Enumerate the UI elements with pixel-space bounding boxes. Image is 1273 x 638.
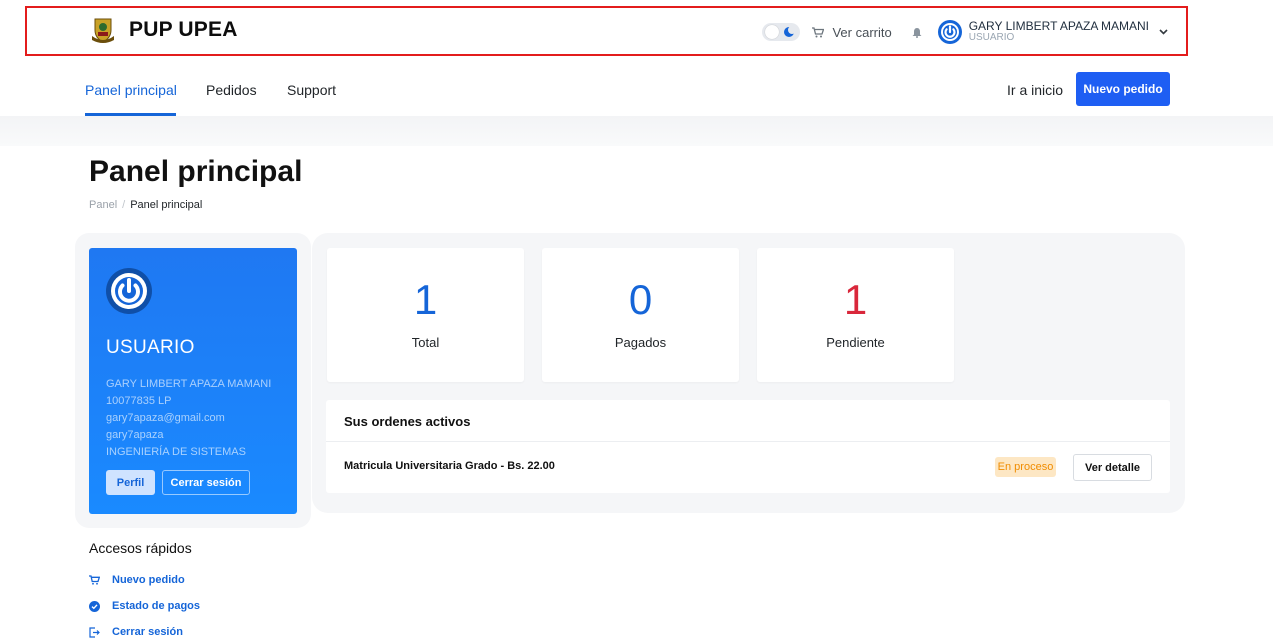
divider	[326, 441, 1170, 442]
quick-payment-status[interactable]: Estado de pagos	[89, 600, 200, 612]
status-badge: En proceso	[995, 457, 1056, 477]
stat-total: 1 Total	[327, 248, 524, 382]
breadcrumb: Panel / Panel principal	[89, 199, 202, 211]
university-crest-icon	[92, 18, 114, 43]
nav-shadow	[0, 116, 1273, 146]
logout-button[interactable]: Cerrar sesión	[162, 470, 250, 495]
profile-email: gary7apaza@gmail.com	[106, 412, 225, 424]
check-circle-icon	[89, 600, 100, 612]
brand-name: PUP UPEA	[129, 18, 238, 41]
breadcrumb-current: Panel principal	[130, 199, 203, 211]
user-menu[interactable]: GARY LIMBERT APAZA MAMANI USUARIO	[937, 19, 1168, 44]
profile-full-name: GARY LIMBERT APAZA MAMANI	[106, 378, 272, 390]
profile-role: USUARIO	[106, 337, 195, 358]
tab-pedidos[interactable]: Pedidos	[206, 82, 257, 98]
quick-item-label: Cerrar sesión	[112, 626, 183, 638]
stat-label: Total	[411, 335, 440, 350]
quick-item-label: Estado de pagos	[112, 600, 201, 612]
stat-pending: 1 Pendiente	[757, 248, 954, 382]
theme-toggle[interactable]	[762, 23, 801, 41]
breadcrumb-item[interactable]: Panel	[89, 199, 117, 211]
bell-icon	[912, 27, 922, 38]
orders-title: Sus ordenes activos	[344, 414, 471, 429]
cart-label: Ver carrito	[832, 24, 892, 40]
profile-username: gary7apaza	[106, 429, 164, 441]
quick-logout[interactable]: Cerrar sesión	[89, 626, 183, 638]
tab-panel-principal[interactable]: Panel principal	[85, 82, 177, 98]
breadcrumb-separator: /	[122, 199, 126, 211]
logout-icon	[89, 626, 100, 638]
home-link[interactable]: Ir a inicio	[1007, 82, 1063, 98]
power-avatar-icon	[106, 268, 152, 314]
cart-icon	[812, 26, 825, 37]
power-avatar-icon	[937, 20, 962, 44]
quick-new-order[interactable]: Nuevo pedido	[89, 574, 185, 586]
stat-value: 0	[628, 276, 653, 323]
quick-access-title: Accesos rápidos	[89, 540, 192, 556]
stat-label: Pendiente	[826, 335, 885, 350]
profile-career: INGENIERÍA DE SISTEMAS	[106, 446, 246, 458]
top-header: PUP UPEA Ver carrito GARY LIMBERT APAZA …	[25, 6, 1188, 56]
stat-value: 1	[843, 276, 868, 323]
active-orders-card: Sus ordenes activos Matricula Universita…	[326, 400, 1170, 493]
profile-button[interactable]: Perfil	[106, 470, 155, 495]
quick-item-label: Nuevo pedido	[112, 574, 185, 586]
page-title: Panel principal	[89, 155, 303, 188]
new-order-button[interactable]: Nuevo pedido	[1076, 72, 1170, 106]
tab-support[interactable]: Support	[287, 82, 336, 98]
order-description: Matricula Universitaria Grado - Bs. 22.0…	[344, 460, 555, 472]
chevron-down-icon	[1159, 29, 1168, 35]
header-actions: Ver carrito GARY LIMBERT APAZA MAMANI US…	[762, 14, 1168, 50]
user-name: GARY LIMBERT APAZA MAMANI	[968, 19, 1149, 33]
user-role: USUARIO	[968, 32, 1015, 43]
profile-card: USUARIO GARY LIMBERT APAZA MAMANI 100778…	[89, 248, 297, 514]
brand[interactable]: PUP UPEA	[89, 16, 238, 44]
moon-icon	[784, 26, 797, 37]
stat-label: Pagados	[614, 335, 667, 350]
cart-link[interactable]: Ver carrito	[812, 24, 892, 40]
toggle-knob	[765, 25, 780, 39]
view-detail-button[interactable]: Ver detalle	[1073, 454, 1152, 481]
stat-paid: 0 Pagados	[542, 248, 739, 382]
main-nav: Panel principal Pedidos Support Ir a ini…	[0, 60, 1273, 116]
profile-id: 10077835 LP	[106, 395, 172, 407]
profile-details: GARY LIMBERT APAZA MAMANI 10077835 LP ga…	[106, 376, 271, 461]
user-text: GARY LIMBERT APAZA MAMANI USUARIO	[968, 19, 1149, 43]
cart-icon	[89, 575, 100, 585]
stat-value: 1	[413, 276, 438, 323]
notifications-button[interactable]	[912, 27, 922, 38]
